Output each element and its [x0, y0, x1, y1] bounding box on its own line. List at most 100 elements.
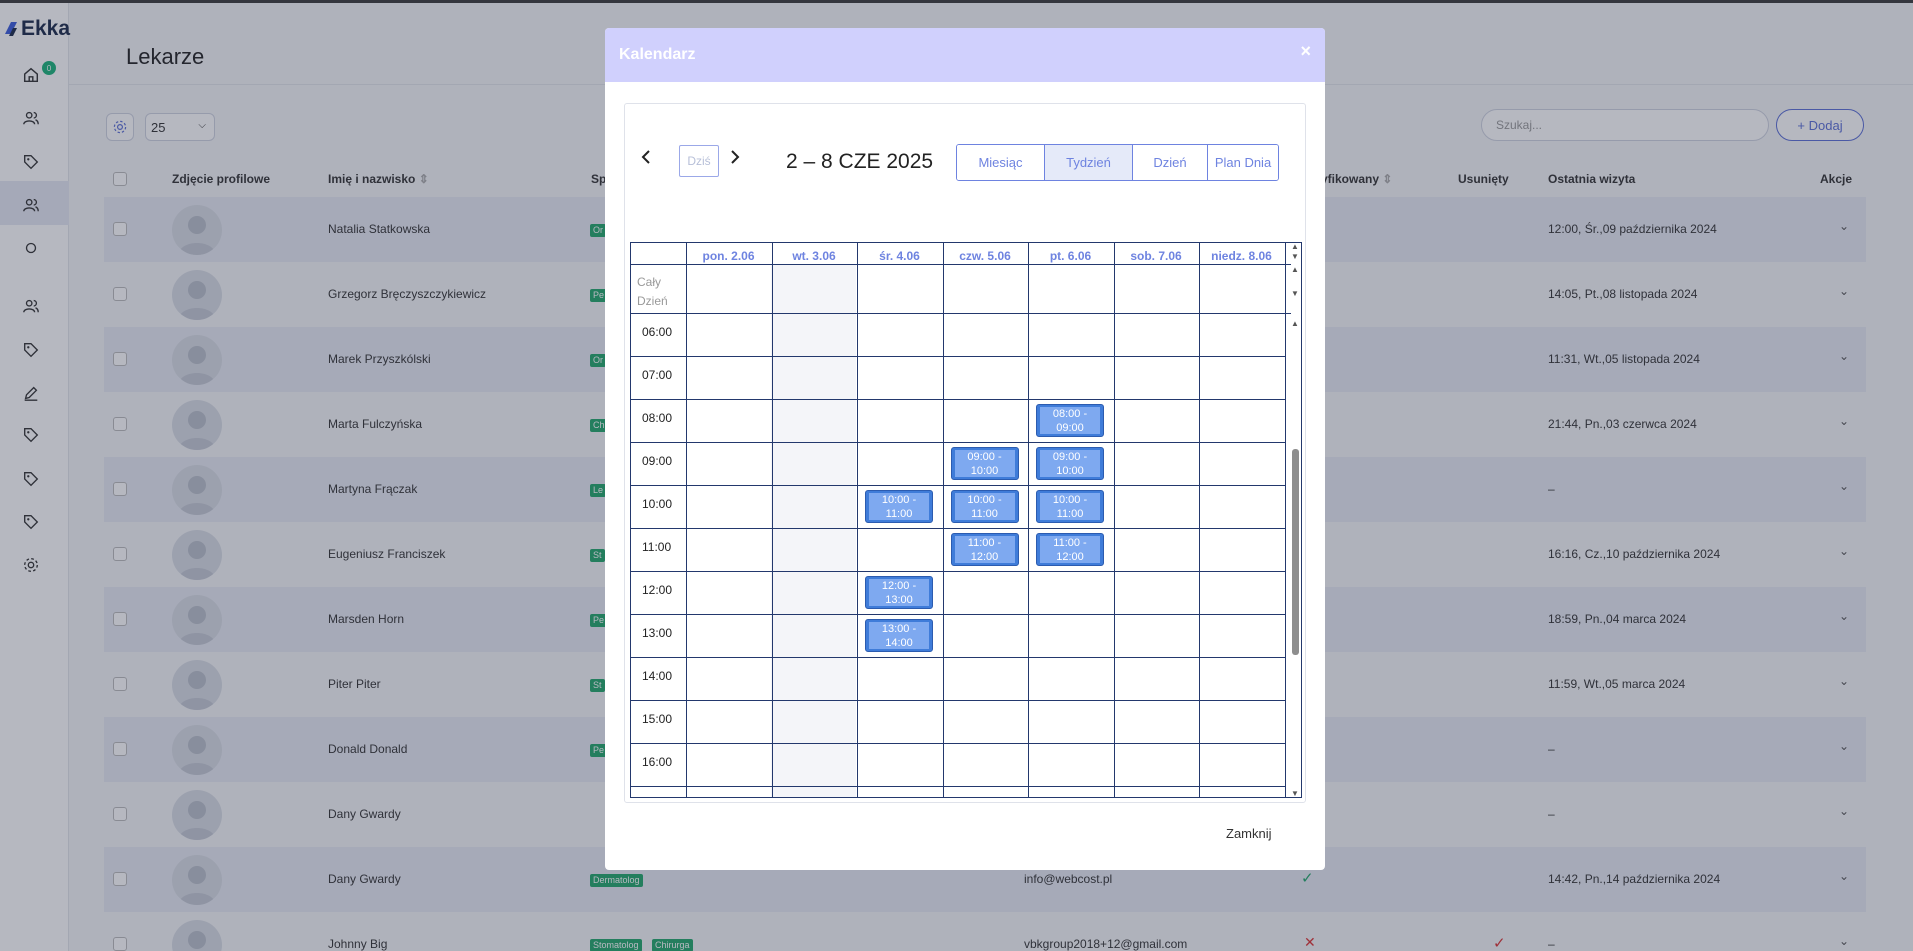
event-time-end: 13:00 — [885, 594, 913, 606]
event-time-end: 12:00 — [1056, 551, 1084, 563]
day-header[interactable]: pt. 6.06 — [1028, 249, 1113, 263]
event-time-end: 11:00 — [1056, 508, 1084, 520]
grid-hour-line — [631, 571, 1286, 572]
calendar-event[interactable]: 09:00 - 10:00 — [950, 447, 1019, 480]
grid-hour-line — [631, 356, 1286, 357]
scroll-up-icon[interactable]: ▲ — [1291, 243, 1299, 251]
scroll-down-icon[interactable]: ▼ — [1291, 789, 1299, 797]
calendar-event[interactable]: 10:00 - 11:00 — [1036, 490, 1104, 523]
view-agenda-button[interactable]: Plan Dnia — [1208, 145, 1278, 180]
time-label: 16:00 — [642, 755, 673, 769]
event-label: 11:00 - 12:00 — [1040, 536, 1100, 563]
view-switcher: Miesiąc Tydzień Dzień Plan Dnia — [956, 144, 1279, 181]
chevron-right-icon — [731, 150, 740, 164]
view-week-button[interactable]: Tydzień — [1045, 145, 1133, 180]
event-label: 13:00 - 14:00 — [869, 622, 929, 649]
event-time-end: 14:00 — [885, 637, 913, 649]
all-day-label-line2: Dzień — [637, 294, 668, 308]
time-label: 12:00 — [642, 583, 673, 597]
grid-allday-line — [631, 313, 1291, 314]
grid-column-line — [1113, 243, 1115, 797]
event-time-start: 09:00 - — [967, 451, 1002, 463]
close-icon[interactable]: × — [1300, 41, 1311, 62]
calendar-event[interactable]: 09:00 - 10:00 — [1036, 447, 1104, 480]
view-month-button[interactable]: Miesiąc — [957, 145, 1045, 180]
scrollbar-thumb[interactable] — [1292, 449, 1299, 655]
grid-column-line — [857, 243, 858, 797]
event-time-start: 11:00 - — [967, 537, 1002, 549]
grid-column-line — [686, 243, 687, 797]
grid-hour-line — [631, 700, 1286, 701]
event-label: 09:00 - 10:00 — [954, 450, 1015, 477]
event-label: 10:00 - 11:00 — [869, 493, 929, 520]
event-time-start: 11:00 - — [1053, 537, 1087, 549]
day-header[interactable]: sob. 7.06 — [1114, 249, 1199, 263]
event-time-start: 10:00 - — [1052, 494, 1088, 506]
grid-hour-line — [631, 786, 1286, 787]
day-header[interactable]: śr. 4.06 — [857, 249, 942, 263]
grid-hour-line — [631, 485, 1286, 486]
event-time-start: 13:00 - — [881, 623, 917, 635]
grid-column-line — [1028, 243, 1029, 797]
calendar-event[interactable]: 11:00 - 12:00 — [950, 533, 1019, 566]
event-label: 10:00 - 11:00 — [954, 493, 1015, 520]
calendar-event[interactable]: 13:00 - 14:00 — [865, 619, 933, 652]
time-label: 08:00 — [642, 411, 673, 425]
grid-column-line — [1199, 243, 1200, 797]
event-time-end: 09:00 — [1056, 422, 1084, 434]
grid-column-line — [771, 243, 773, 797]
close-modal-button[interactable]: Zamknij — [1226, 826, 1272, 841]
time-label: 13:00 — [642, 626, 673, 640]
next-week-button[interactable] — [730, 148, 740, 169]
calendar-modal: Kalendarz × Dziś 2 – 8 CZE 2025 Miesiąc … — [605, 28, 1325, 870]
day-header[interactable]: wt. 3.06 — [772, 249, 857, 263]
today-column-shade — [771, 265, 856, 797]
event-label: 11:00 - 12:00 — [954, 536, 1015, 563]
time-label: 09:00 — [642, 454, 673, 468]
event-time-end: 10:00 — [970, 465, 999, 477]
event-label: 10:00 - 11:00 — [1040, 493, 1100, 520]
day-header[interactable]: czw. 5.06 — [943, 249, 1028, 263]
grid-hour-line — [631, 614, 1286, 615]
grid-column-line — [1284, 243, 1286, 797]
event-time-start: 10:00 - — [967, 494, 1002, 506]
calendar-event[interactable]: 10:00 - 11:00 — [865, 490, 933, 523]
grid-hour-line — [631, 657, 1286, 658]
prev-week-button[interactable] — [641, 148, 651, 169]
chevron-left-icon — [641, 150, 650, 164]
calendar-event[interactable]: 10:00 - 11:00 — [950, 490, 1019, 523]
time-label: 15:00 — [642, 712, 673, 726]
time-label: 06:00 — [642, 325, 673, 339]
event-time-start: 10:00 - — [881, 494, 917, 506]
scroll-down-icon[interactable]: ▼ — [1291, 252, 1299, 261]
scroll-up-icon[interactable]: ▲ — [1291, 265, 1299, 274]
event-time-start: 08:00 - — [1052, 408, 1088, 420]
week-grid: Cały Dzień ▲ ▼ ▲ ▼ ▲ ▼ pon. 2.06 wt. 3.06… — [630, 242, 1302, 798]
calendar-event[interactable]: 08:00 - 09:00 — [1036, 404, 1104, 437]
day-header[interactable]: pon. 2.06 — [686, 249, 771, 263]
event-label: 08:00 - 09:00 — [1040, 407, 1100, 434]
all-day-label-line1: Cały — [637, 275, 662, 289]
time-label: 07:00 — [642, 368, 673, 382]
calendar-event[interactable]: 11:00 - 12:00 — [1036, 533, 1104, 566]
time-label: 14:00 — [642, 669, 673, 683]
event-time-end: 10:00 — [1056, 465, 1084, 477]
event-time-end: 12:00 — [970, 551, 999, 563]
grid-hour-line — [631, 743, 1286, 744]
view-day-button[interactable]: Dzień — [1133, 145, 1208, 180]
modal-header: Kalendarz × — [605, 28, 1325, 82]
calendar-event[interactable]: 12:00 - 13:00 — [865, 576, 933, 609]
day-header[interactable]: niedz. 8.06 — [1199, 249, 1284, 263]
time-label: 10:00 — [642, 497, 673, 511]
event-label: 09:00 - 10:00 — [1040, 450, 1100, 477]
today-button[interactable]: Dziś — [679, 145, 719, 177]
scroll-up-icon[interactable]: ▲ — [1291, 319, 1299, 328]
event-time-end: 11:00 — [885, 508, 913, 520]
event-time-start: 09:00 - — [1052, 451, 1088, 463]
grid-hour-line — [631, 399, 1286, 400]
grid-header-line — [631, 264, 1291, 265]
event-label: 12:00 - 13:00 — [869, 579, 929, 606]
scroll-down-icon[interactable]: ▼ — [1291, 289, 1299, 298]
calendar-range-title: 2 – 8 CZE 2025 — [786, 150, 934, 173]
event-time-start: 12:00 - — [881, 580, 917, 592]
